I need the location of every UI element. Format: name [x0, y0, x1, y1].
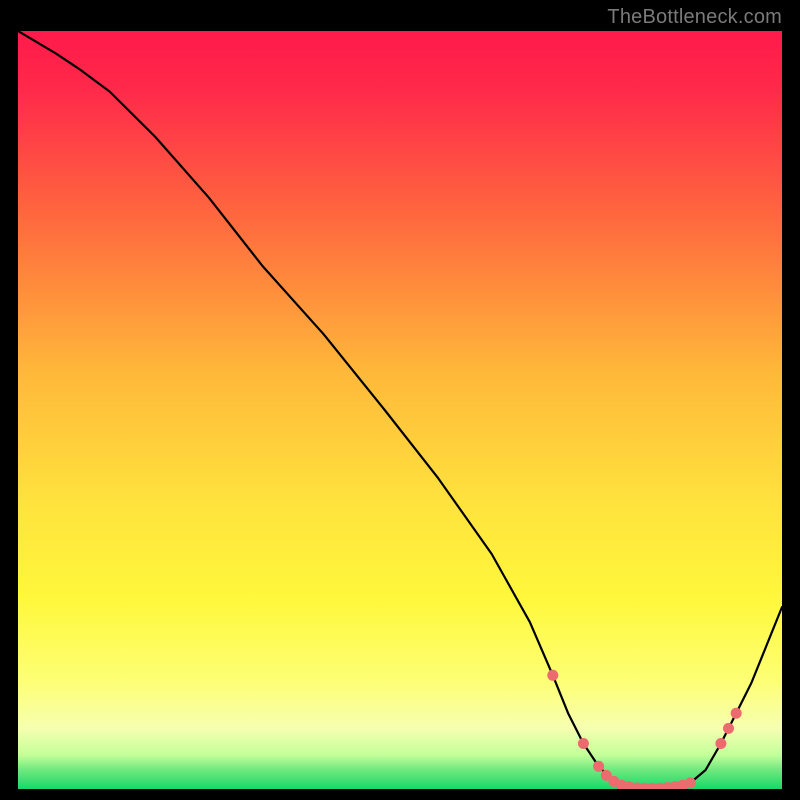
- chart-svg: [18, 31, 782, 789]
- curve-marker: [723, 723, 734, 734]
- curve-marker: [685, 777, 696, 788]
- watermark-text: TheBottleneck.com: [607, 6, 782, 29]
- curve-marker: [593, 761, 604, 772]
- chart-container: TheBottleneck.com: [0, 0, 800, 800]
- plot-area: [18, 31, 782, 789]
- curve-marker: [715, 738, 726, 749]
- curve-marker: [547, 670, 558, 681]
- curve-marker: [578, 738, 589, 749]
- curve-marker: [731, 708, 742, 719]
